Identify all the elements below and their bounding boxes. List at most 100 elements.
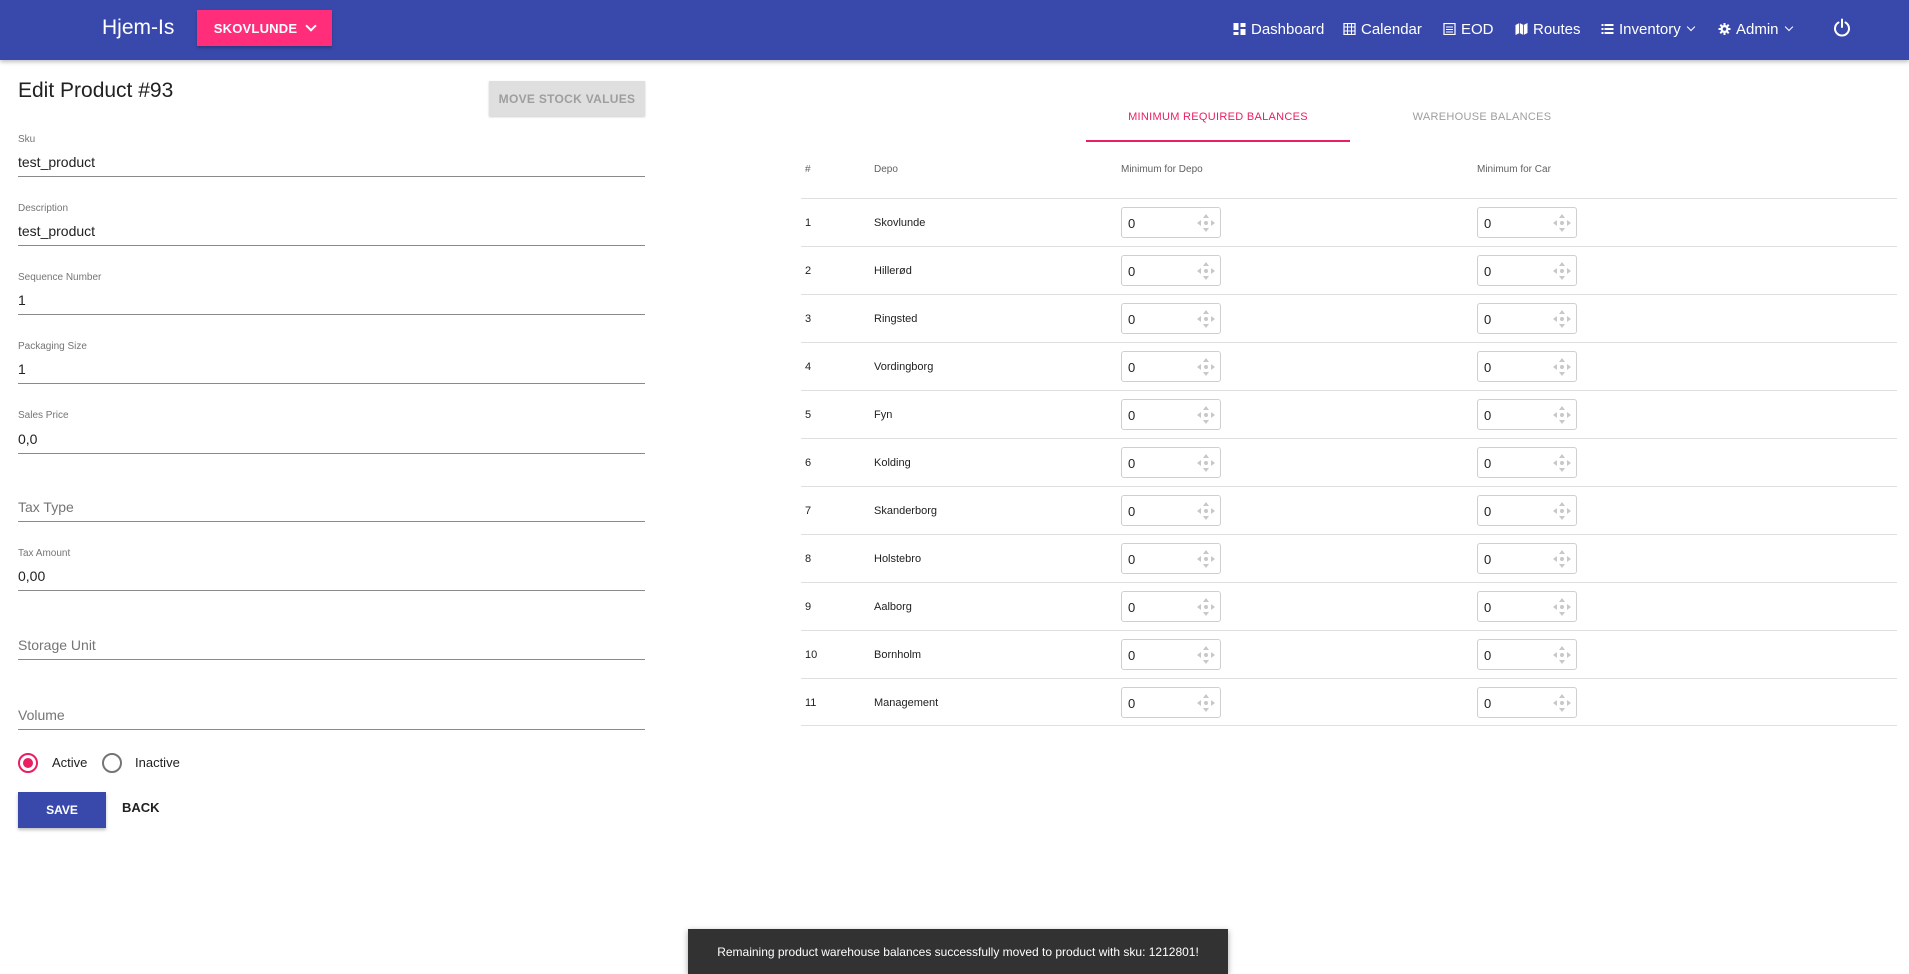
min-car-stepper[interactable]: 0 [1477, 351, 1577, 382]
spinner-arrows-icon[interactable] [1552, 645, 1572, 665]
spinner-arrows-icon[interactable] [1196, 597, 1216, 617]
min-depo-stepper[interactable]: 0 [1121, 639, 1221, 670]
spinner-arrows-icon[interactable] [1552, 501, 1572, 521]
min-depo-stepper[interactable]: 0 [1121, 255, 1221, 286]
min-car-value: 0 [1484, 552, 1492, 567]
min-car-stepper[interactable]: 0 [1477, 399, 1577, 430]
spinner-arrows-icon[interactable] [1196, 693, 1216, 713]
spinner-arrows-icon[interactable] [1552, 453, 1572, 473]
list-icon [1601, 24, 1614, 34]
row-number: 5 [805, 409, 812, 421]
table-row: 3 Ringsted 0 0 [801, 294, 1897, 342]
min-depo-value: 0 [1128, 264, 1136, 279]
nav-calendar[interactable]: Calendar [1343, 19, 1422, 39]
chevron-down-icon [1784, 22, 1793, 32]
min-car-stepper[interactable]: 0 [1477, 495, 1577, 526]
min-car-stepper[interactable]: 0 [1477, 687, 1577, 718]
min-car-stepper[interactable]: 0 [1477, 207, 1577, 238]
spinner-arrows-icon[interactable] [1196, 645, 1216, 665]
table-header-depo: Depo [874, 164, 898, 175]
volume-field[interactable]: Volume [18, 695, 645, 730]
move-stock-values-button[interactable]: MOVE STOCK VALUES [489, 81, 645, 116]
row-depo-name: Skanderborg [874, 505, 937, 517]
table-header-num: # [805, 164, 811, 175]
spinner-arrows-icon[interactable] [1196, 453, 1216, 473]
spinner-arrows-icon[interactable] [1552, 357, 1572, 377]
min-depo-stepper[interactable]: 0 [1121, 399, 1221, 430]
min-car-stepper[interactable]: 0 [1477, 543, 1577, 574]
row-depo-name: Hillerød [874, 265, 912, 277]
spinner-arrows-icon[interactable] [1196, 549, 1216, 569]
min-depo-stepper[interactable]: 0 [1121, 495, 1221, 526]
spinner-arrows-icon[interactable] [1196, 501, 1216, 521]
spinner-arrows-icon[interactable] [1552, 309, 1572, 329]
tax-type-placeholder: Tax Type [18, 499, 74, 515]
storage-unit-field[interactable]: Storage Unit [18, 626, 645, 660]
spinner-arrows-icon[interactable] [1196, 213, 1216, 233]
min-depo-stepper[interactable]: 0 [1121, 207, 1221, 238]
min-car-value: 0 [1484, 504, 1492, 519]
spinner-arrows-icon[interactable] [1552, 405, 1572, 425]
spinner-arrows-icon[interactable] [1552, 693, 1572, 713]
power-icon[interactable] [1832, 18, 1852, 38]
nav-routes-label: Routes [1533, 20, 1581, 38]
nav-eod[interactable]: EOD [1443, 19, 1494, 39]
description-field[interactable]: Description test_product [18, 203, 645, 246]
min-car-stepper[interactable]: 0 [1477, 303, 1577, 334]
spinner-arrows-icon[interactable] [1196, 309, 1216, 329]
volume-placeholder: Volume [18, 707, 65, 723]
row-number: 10 [805, 649, 818, 661]
nav-routes[interactable]: Routes [1515, 19, 1581, 39]
spinner-arrows-icon[interactable] [1196, 261, 1216, 281]
top-navbar: Hjem-Is SKOVLUNDE Dashboard Calendar EOD [0, 0, 1909, 60]
packaging-size-field[interactable]: Packaging Size 1 [18, 341, 645, 384]
min-car-value: 0 [1484, 456, 1492, 471]
page-title: Edit Product #93 [18, 79, 174, 102]
nav-inventory[interactable]: Inventory [1601, 19, 1695, 39]
min-depo-stepper[interactable]: 0 [1121, 543, 1221, 574]
min-car-value: 0 [1484, 408, 1492, 423]
min-depo-stepper[interactable]: 0 [1121, 687, 1221, 718]
spinner-arrows-icon[interactable] [1552, 213, 1572, 233]
min-depo-stepper[interactable]: 0 [1121, 447, 1221, 478]
nav-dashboard[interactable]: Dashboard [1233, 19, 1324, 39]
min-depo-stepper[interactable]: 0 [1121, 303, 1221, 334]
active-tab-indicator [1086, 140, 1350, 142]
spinner-arrows-icon[interactable] [1196, 357, 1216, 377]
min-car-stepper[interactable]: 0 [1477, 639, 1577, 670]
min-car-stepper[interactable]: 0 [1477, 591, 1577, 622]
brand-title[interactable]: Hjem-Is [102, 16, 174, 40]
row-number: 1 [805, 217, 812, 229]
spinner-arrows-icon[interactable] [1552, 597, 1572, 617]
min-depo-stepper[interactable]: 0 [1121, 591, 1221, 622]
min-car-stepper[interactable]: 0 [1477, 447, 1577, 478]
min-depo-value: 0 [1128, 600, 1136, 615]
row-number: 8 [805, 553, 812, 565]
inactive-radio[interactable] [102, 753, 122, 773]
back-button[interactable]: BACK [122, 800, 160, 815]
sku-label: Sku [18, 134, 36, 145]
spinner-arrows-icon[interactable] [1552, 549, 1572, 569]
sequence-number-field[interactable]: Sequence Number 1 [18, 272, 645, 315]
table-header-min-depo: Minimum for Depo [1121, 164, 1203, 175]
tab-warehouse-balances[interactable]: WAREHOUSE BALANCES [1350, 111, 1614, 123]
spinner-arrows-icon[interactable] [1196, 405, 1216, 425]
spinner-arrows-icon[interactable] [1552, 261, 1572, 281]
nav-admin[interactable]: Admin [1718, 19, 1793, 39]
tax-amount-field[interactable]: Tax Amount 0,00 [18, 548, 645, 591]
inactive-radio-label: Inactive [135, 755, 180, 770]
min-car-stepper[interactable]: 0 [1477, 255, 1577, 286]
nav-admin-label: Admin [1736, 20, 1779, 38]
min-depo-stepper[interactable]: 0 [1121, 351, 1221, 382]
nav-eod-label: EOD [1461, 20, 1494, 38]
tab-minimum-required-balances[interactable]: MINIMUM REQUIRED BALANCES [1086, 111, 1350, 123]
depot-selector-button[interactable]: SKOVLUNDE [197, 10, 332, 46]
save-button[interactable]: SAVE [18, 792, 106, 828]
sku-field[interactable]: Sku test_product [18, 134, 645, 177]
sales-price-field[interactable]: Sales Price 0,0 [18, 410, 645, 454]
row-depo-name: Skovlunde [874, 217, 926, 229]
tax-type-field[interactable]: Tax Type [18, 488, 645, 522]
row-depo-name: Bornholm [874, 649, 922, 661]
active-radio[interactable] [18, 753, 38, 773]
packaging-size-value: 1 [18, 361, 26, 377]
